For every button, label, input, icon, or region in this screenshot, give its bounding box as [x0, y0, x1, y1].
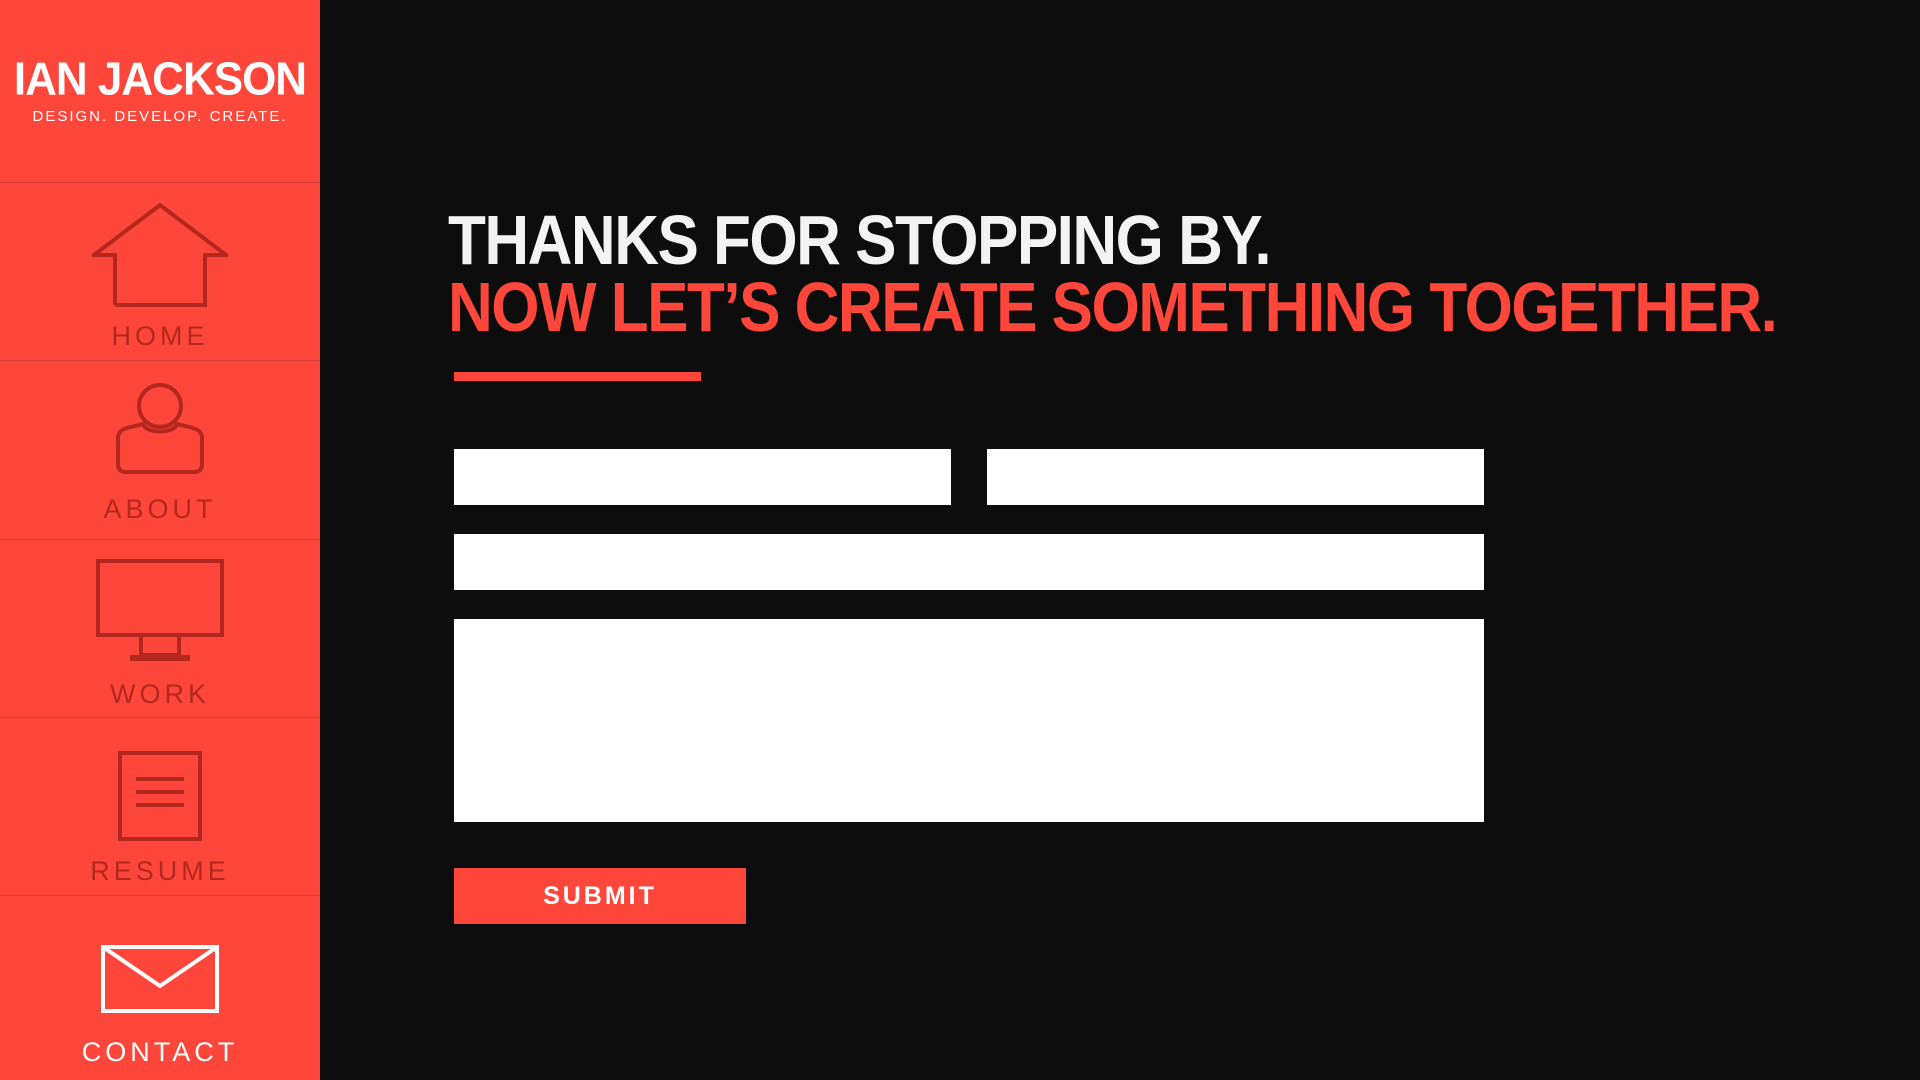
nav-item-resume[interactable]: RESUME [0, 718, 320, 896]
nav-label-resume: RESUME [90, 856, 230, 886]
first-name-input[interactable] [454, 449, 951, 505]
nav-item-home[interactable]: HOME [0, 183, 320, 361]
brand-tagline: DESIGN. DEVELOP. CREATE. [32, 108, 288, 125]
headline-line-1: THANKS FOR STOPPING BY. [448, 202, 1272, 280]
message-textarea[interactable] [454, 619, 1484, 822]
nav-label-home: HOME [111, 321, 209, 351]
accent-divider [454, 372, 701, 381]
brand-name[interactable]: IAN JACKSON [0, 56, 320, 103]
email-input[interactable] [454, 534, 1484, 590]
contact-section: THANKS FOR STOPPING BY. NOW LET’S CREATE… [320, 0, 1920, 1080]
page: IAN JACKSON DESIGN. DEVELOP. CREATE. HOM… [0, 0, 1920, 1080]
nav-label-contact: CONTACT [81, 1037, 239, 1067]
nav-item-contact[interactable]: CONTACT [0, 896, 320, 1080]
headline-line-2: NOW LET’S CREATE SOMETHING TOGETHER. [448, 269, 1778, 347]
sidebar: IAN JACKSON DESIGN. DEVELOP. CREATE. HOM… [0, 0, 320, 1080]
nav-item-about[interactable]: ABOUT [0, 361, 320, 540]
submit-button[interactable]: SUBMIT [454, 868, 746, 924]
brand[interactable]: IAN JACKSON DESIGN. DEVELOP. CREATE. [0, 0, 320, 183]
nav-item-work[interactable]: WORK [0, 540, 320, 718]
nav-label-about: ABOUT [103, 494, 217, 524]
last-name-input[interactable] [987, 449, 1484, 505]
nav-label-work: WORK [110, 679, 210, 709]
